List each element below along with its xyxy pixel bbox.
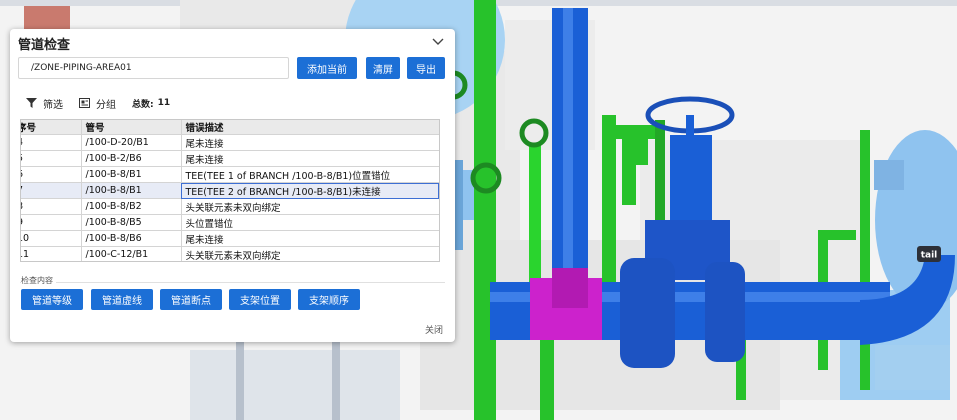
- table-row[interactable]: 11/100-C-12/B1头关联元素未双向绑定: [21, 246, 439, 261]
- cell-index[interactable]: 5: [21, 150, 82, 167]
- clear-screen-button[interactable]: 清屏: [366, 57, 400, 79]
- table-row[interactable]: 9/100-B-8/B5头位置错位: [21, 214, 439, 231]
- table-row[interactable]: 6/100-B-8/B1TEE(TEE 1 of BRANCH /100-B-8…: [21, 166, 439, 183]
- cell-index[interactable]: 4: [21, 134, 82, 151]
- column-header-error[interactable]: 错误描述: [181, 120, 439, 135]
- pipe-grade-button[interactable]: 管道等级: [21, 289, 83, 310]
- panel-title: 管道检查: [18, 38, 71, 53]
- cell-pipe-number[interactable]: /100-B-8/B5: [81, 214, 182, 231]
- cell-error-description[interactable]: 头关联元素未双向绑定: [181, 246, 439, 261]
- table-row[interactable]: 10/100-B-8/B6尾未连接: [21, 230, 439, 247]
- chevron-down-icon[interactable]: [431, 35, 445, 49]
- cell-error-description[interactable]: 头位置错位: [181, 214, 439, 231]
- tail-label: tail: [921, 251, 938, 261]
- cell-pipe-number[interactable]: /100-B-8/B1: [81, 166, 182, 183]
- total-count-value: 11: [157, 98, 171, 108]
- pipe-dashed-button[interactable]: 管道虚线: [91, 289, 153, 310]
- cell-pipe-number[interactable]: /100-D-20/B1: [81, 134, 182, 151]
- support-order-button[interactable]: 支架顺序: [298, 289, 360, 310]
- cell-index[interactable]: 6: [21, 166, 82, 183]
- table-row[interactable]: 7/100-B-8/B1TEE(TEE 2 of BRANCH /100-B-8…: [21, 182, 439, 199]
- cell-error-description[interactable]: 头关联元素未双向绑定: [181, 198, 439, 215]
- filter-label: 筛选: [43, 99, 63, 111]
- support-position-button[interactable]: 支架位置: [229, 289, 291, 310]
- check-content-title: 检查内容: [21, 275, 56, 286]
- total-count-label: 总数:: [132, 99, 154, 110]
- export-button[interactable]: 导出: [407, 57, 445, 79]
- table-row[interactable]: 5/100-B-2/B6尾未连接: [21, 150, 439, 167]
- group-tool[interactable]: 分组: [79, 96, 116, 111]
- cell-index[interactable]: 7: [21, 182, 82, 199]
- group-icon: [79, 98, 90, 108]
- table-row[interactable]: 4/100-D-20/B1尾未连接: [21, 134, 439, 151]
- cell-error-description[interactable]: TEE(TEE 2 of BRANCH /100-B-8/B1)未连接: [181, 182, 439, 199]
- cell-pipe-number[interactable]: /100-B-2/B6: [81, 150, 182, 167]
- close-link[interactable]: 关闭: [425, 323, 443, 336]
- cell-index[interactable]: 10: [21, 230, 82, 247]
- cell-error-description[interactable]: 尾未连接: [181, 150, 439, 167]
- pipe-inspection-panel: 管道检查 添加当前 清屏 导出 筛选 分组 总数: 11: [10, 29, 455, 342]
- cell-index[interactable]: 8: [21, 198, 82, 215]
- cell-error-description[interactable]: 尾未连接: [181, 230, 439, 247]
- cell-pipe-number[interactable]: /100-C-12/B1: [81, 246, 182, 261]
- add-current-button[interactable]: 添加当前: [297, 57, 357, 79]
- filter-icon: [26, 98, 37, 108]
- error-table[interactable]: 序号 管号 错误描述 4/100-D-20/B1尾未连接5/100-B-2/B6…: [20, 119, 440, 262]
- cell-index[interactable]: 11: [21, 246, 82, 261]
- cell-pipe-number[interactable]: /100-B-8/B2: [81, 198, 182, 215]
- cell-pipe-number[interactable]: /100-B-8/B6: [81, 230, 182, 247]
- pipe-breakpoint-button[interactable]: 管道断点: [160, 289, 222, 310]
- group-label: 分组: [96, 99, 116, 111]
- cell-index[interactable]: 9: [21, 214, 82, 231]
- filter-tool[interactable]: 筛选: [26, 96, 63, 111]
- cell-error-description[interactable]: TEE(TEE 1 of BRANCH /100-B-8/B1)位置错位: [181, 166, 439, 183]
- path-input[interactable]: [18, 57, 289, 79]
- column-header-pipe[interactable]: 管号: [81, 120, 182, 135]
- cell-error-description[interactable]: 尾未连接: [181, 134, 439, 151]
- column-header-index[interactable]: 序号: [21, 120, 82, 135]
- table-toolbar: 筛选 分组 总数: 11: [26, 95, 170, 111]
- table-row[interactable]: 8/100-B-8/B2头关联元素未双向绑定: [21, 198, 439, 215]
- cell-pipe-number[interactable]: /100-B-8/B1: [81, 182, 182, 199]
- table-header-row: 序号 管号 错误描述: [21, 120, 439, 135]
